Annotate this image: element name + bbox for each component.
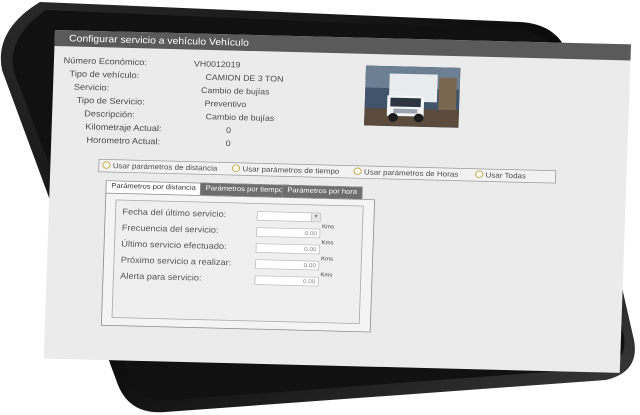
chevron-down-icon[interactable]: ▼ — [311, 213, 321, 222]
service-type-value: Preventivo — [204, 99, 247, 110]
option-hours-label: Usar parámetros de Horas — [363, 168, 459, 179]
option-time[interactable]: Usar parámetros de tiempo — [231, 164, 340, 176]
option-distance-label: Usar parámetros de distancia — [112, 162, 218, 173]
vehicle-type-label: Tipo de vehículo: — [69, 69, 140, 81]
radio-icon[interactable] — [475, 170, 484, 179]
last-service-date-select[interactable]: ▼ — [256, 211, 321, 223]
option-distance[interactable]: Usar parámetros de distancia — [102, 161, 217, 173]
alert-unit: Kms — [320, 271, 333, 279]
option-all[interactable]: Usar Todas — [475, 170, 527, 181]
tablet-mockup: Configurar servicio a vehículo Vehículo … — [0, 0, 640, 415]
option-time-label: Usar parámetros de tiempo — [242, 165, 340, 176]
option-hours[interactable]: Usar parámetros de Horas — [353, 167, 459, 179]
radio-icon[interactable] — [231, 164, 241, 172]
next-service-input[interactable]: 0.00 — [255, 259, 320, 271]
service-frequency-input[interactable]: 0.00 — [256, 227, 321, 239]
service-label: Servicio: — [73, 83, 110, 93]
service-frequency-label: Frecuencia del servicio: — [121, 223, 219, 236]
mileage-value: 0 — [225, 126, 232, 136]
screen: Configurar servicio a vehículo Vehículo … — [43, 30, 631, 373]
description-value: Cambio de bujías — [205, 112, 275, 124]
last-service-unit: Kms — [321, 239, 334, 246]
service-type-label: Tipo de Servicio: — [76, 96, 145, 107]
vehicle-photo — [364, 65, 461, 128]
service-alert-label: Alerta para servicio: — [120, 272, 202, 283]
distance-parameters-panel: Fecha del último servicio: ▼ Frecuencia … — [100, 192, 376, 333]
radio-icon[interactable] — [353, 167, 362, 176]
next-service-label: Próximo servicio a realizar: — [120, 255, 232, 268]
last-service-done-label: Último servicio efectuado: — [121, 239, 227, 252]
last-service-date-label: Fecha del último servicio: — [122, 207, 227, 220]
frequency-unit: Kms — [322, 222, 335, 230]
service-alert-input[interactable]: 0.00 — [254, 275, 319, 287]
truck-image — [364, 65, 461, 128]
hourmeter-value: 0 — [225, 139, 231, 149]
next-service-unit: Kms — [320, 255, 334, 262]
parameter-options: Usar parámetros de distancia Usar paráme… — [98, 158, 557, 184]
economic-number-value: VH0012019 — [193, 59, 241, 70]
window-title: Configurar servicio a vehículo Vehículo — [68, 32, 250, 48]
economic-number-label: Número Económico: — [63, 56, 148, 68]
vehicle-type-value: CAMION DE 3 TON — [205, 73, 284, 84]
parameters-form: Fecha del último servicio: ▼ Frecuencia … — [111, 199, 364, 325]
last-service-done-input[interactable]: 0.00 — [255, 243, 320, 255]
radio-icon[interactable] — [102, 161, 111, 169]
option-all-label: Usar Todas — [485, 171, 527, 181]
description-label: Descripción: — [84, 109, 135, 120]
hourmeter-label: Horometro Actual: — [86, 136, 161, 147]
app-window: Configurar servicio a vehículo Vehículo … — [43, 30, 631, 373]
service-value: Cambio de bujías — [200, 86, 270, 97]
mileage-label: Kilometraje Actual: — [85, 122, 162, 134]
